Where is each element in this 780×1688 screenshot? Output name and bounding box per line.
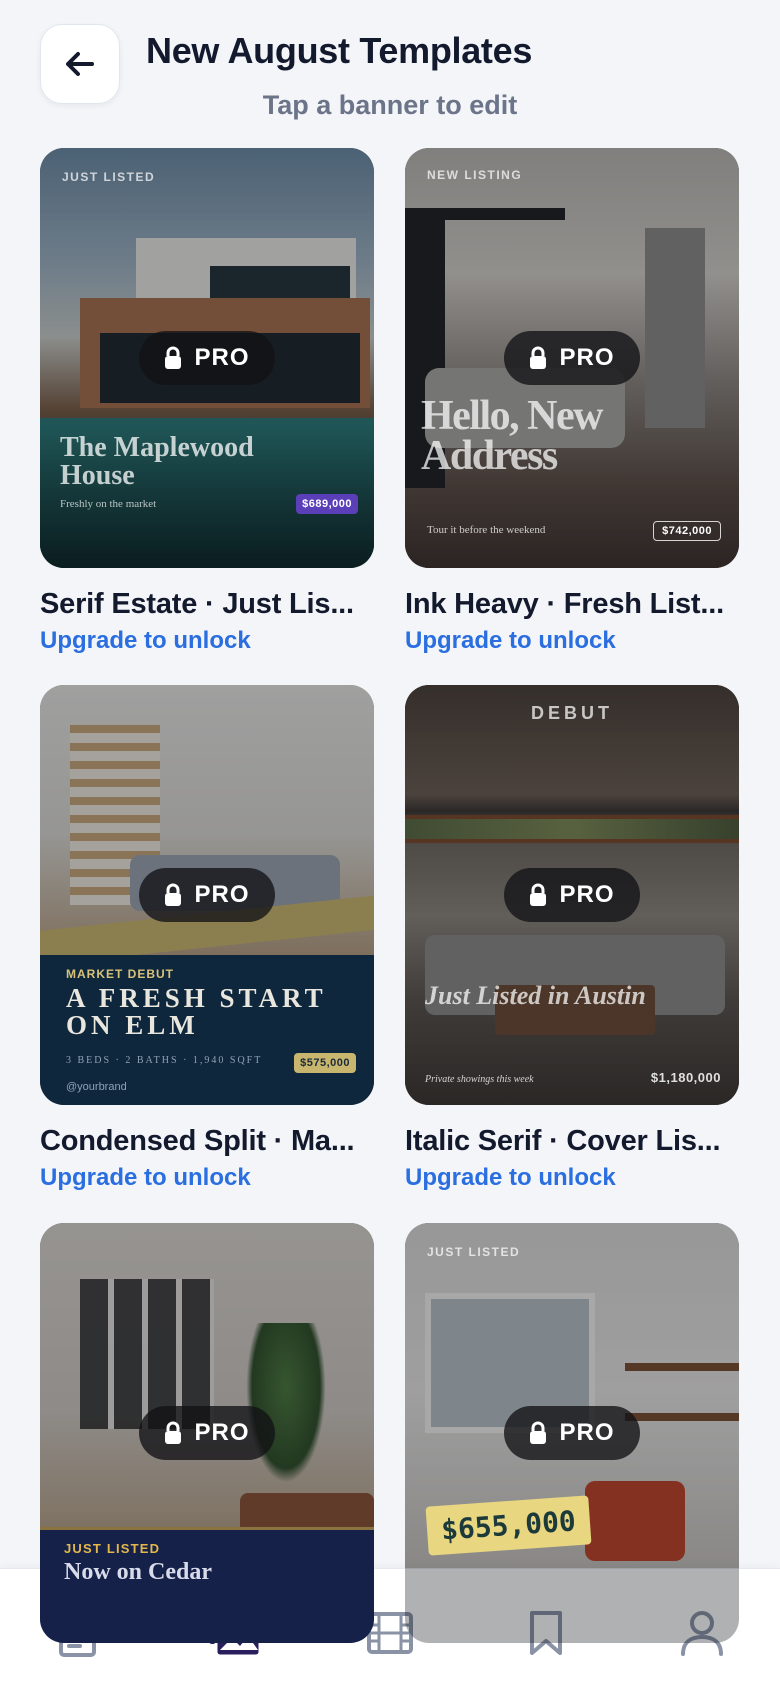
upgrade-link[interactable]: Upgrade to unlock xyxy=(40,1164,374,1192)
template-thumbnail[interactable]: DEBUT Just Listed in Austin Private show… xyxy=(405,685,739,1105)
banner-headline: Hello, New Address xyxy=(421,393,603,479)
banner-eyebrow: MARKET DEBUT xyxy=(66,967,174,981)
pro-badge: PRO xyxy=(504,331,640,385)
banner-tagline: Private showings this week xyxy=(425,1074,534,1085)
pro-badge: PRO xyxy=(139,331,275,385)
template-card: DEBUT Just Listed in Austin Private show… xyxy=(405,685,739,1192)
template-thumbnail[interactable]: NEW LISTING Hello, New Address Tour it b… xyxy=(405,148,739,568)
template-card: NEW LISTING Hello, New Address Tour it b… xyxy=(405,148,739,655)
pro-label: PRO xyxy=(194,344,250,371)
lock-icon xyxy=(165,346,182,369)
banner-eyebrow: NEW LISTING xyxy=(427,168,523,182)
pro-label: PRO xyxy=(194,1419,250,1446)
template-thumbnail[interactable]: JUST LISTED $655,000 PRO xyxy=(405,1223,739,1643)
banner-headline: A FRESH START ON ELM xyxy=(66,983,327,1040)
lock-icon xyxy=(530,1421,547,1444)
lock-icon xyxy=(530,346,547,369)
upgrade-link[interactable]: Upgrade to unlock xyxy=(405,1164,739,1192)
lock-icon xyxy=(165,1421,182,1444)
card-title: Italic Serif · Cover Lis... xyxy=(405,1125,721,1157)
banner-eyebrow: JUST LISTED xyxy=(64,1541,161,1556)
template-card: JUST LISTED The Maplewood House Freshly … xyxy=(40,148,374,655)
banner-price: $742,000 xyxy=(653,521,721,541)
page-title: New August Templates xyxy=(146,30,533,71)
card-title: Condensed Split · Ma... xyxy=(40,1125,355,1157)
template-card: JUST LISTED $655,000 PRO xyxy=(405,1223,739,1643)
card-title: Ink Heavy · Fresh List... xyxy=(405,588,724,620)
banner-eyebrow: JUST LISTED xyxy=(62,170,156,184)
banner-headline: Just Listed in Austin xyxy=(425,981,646,1010)
lock-icon xyxy=(165,883,182,906)
template-thumbnail[interactable]: JUST LISTED Now on Cedar PRO xyxy=(40,1223,374,1643)
banner-price: $689,000 xyxy=(296,494,358,514)
pro-badge: PRO xyxy=(504,1406,640,1460)
banner-handle: @yourbrand xyxy=(66,1081,127,1093)
banner-eyebrow: JUST LISTED xyxy=(427,1245,521,1259)
banner-eyebrow: DEBUT xyxy=(531,703,613,723)
banner-specs: 3 BEDS · 2 BATHS · 1,940 SQFT xyxy=(66,1055,263,1066)
banner-tagline: Tour it before the weekend xyxy=(427,524,546,536)
banner-tagline: Freshly on the market xyxy=(60,498,157,510)
template-thumbnail[interactable]: JUST LISTED The Maplewood House Freshly … xyxy=(40,148,374,568)
template-card: MARKET DEBUT A FRESH START ON ELM 3 BEDS… xyxy=(40,685,374,1192)
lock-icon xyxy=(530,883,547,906)
pro-badge: PRO xyxy=(139,868,275,922)
header: New August Templates Tap a banner to edi… xyxy=(0,0,780,140)
template-thumbnail[interactable]: MARKET DEBUT A FRESH START ON ELM 3 BEDS… xyxy=(40,685,374,1105)
banner-price: $575,000 xyxy=(294,1053,356,1073)
upgrade-link[interactable]: Upgrade to unlock xyxy=(405,627,739,655)
page-subtitle: Tap a banner to edit xyxy=(262,90,518,120)
template-card: JUST LISTED Now on Cedar PRO xyxy=(40,1223,374,1643)
pro-badge: PRO xyxy=(139,1406,275,1460)
banner-headline: Now on Cedar xyxy=(64,1559,212,1585)
pro-label: PRO xyxy=(559,344,615,371)
pro-label: PRO xyxy=(559,881,615,908)
pro-label: PRO xyxy=(559,1419,615,1446)
pro-badge: PRO xyxy=(504,868,640,922)
banner-headline: The Maplewood House xyxy=(60,432,254,491)
upgrade-link[interactable]: Upgrade to unlock xyxy=(40,627,374,655)
pro-label: PRO xyxy=(194,881,250,908)
banner-price: $1,180,000 xyxy=(650,1070,721,1085)
arrow-left-icon xyxy=(66,52,94,76)
card-title: Serif Estate · Just Lis... xyxy=(40,588,354,620)
